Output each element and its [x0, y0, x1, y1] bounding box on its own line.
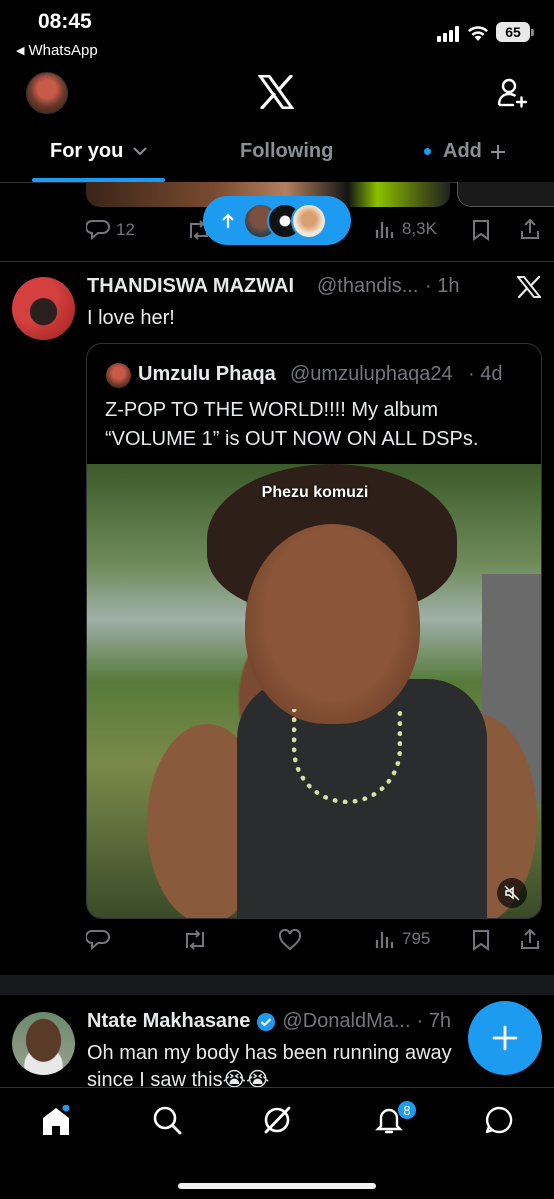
quoted-author-handle: @umzuluphaqa24	[290, 363, 453, 385]
views-button[interactable]: 8,3K	[374, 218, 437, 240]
tab-for-you[interactable]: For you	[50, 140, 148, 163]
home-indicator	[178, 1183, 376, 1189]
add-user-icon[interactable]	[497, 78, 527, 108]
post-avatar[interactable]	[12, 1012, 75, 1075]
post-actions: 795	[86, 928, 542, 954]
tab-add-label: Add	[443, 140, 482, 162]
post-divider	[0, 261, 554, 262]
quoted-post-text-line-1: Z-POP TO THE WORLD!!!! My album	[105, 399, 439, 421]
messages-icon[interactable]	[484, 1105, 514, 1135]
verified-badge-icon	[256, 1012, 276, 1032]
repost-icon[interactable]	[182, 928, 208, 952]
quoted-video[interactable]: Phezu komuzi	[87, 464, 541, 918]
share-icon[interactable]	[519, 928, 541, 950]
views-button[interactable]: 795	[374, 928, 430, 950]
compose-button[interactable]	[468, 1001, 542, 1075]
plus-icon	[492, 1025, 518, 1051]
quoted-post-avatar	[106, 363, 131, 388]
profile-avatar[interactable]	[26, 72, 68, 114]
quoted-post-card[interactable]: Umzulu Phaqa @umzuluphaqa24 · 4d Z-POP T…	[86, 343, 542, 919]
video-caption: Phezu komuzi	[261, 484, 369, 501]
mute-button[interactable]	[497, 878, 527, 908]
bookmark-icon[interactable]	[471, 219, 491, 241]
reply-icon	[86, 218, 110, 242]
battery-indicator: 65	[496, 22, 534, 42]
reply-button[interactable]: 12	[86, 218, 135, 242]
post-author-handle[interactable]: @thandis...	[317, 275, 418, 298]
back-app-label: WhatsApp	[28, 42, 98, 59]
quoted-post-text-line-2: “VOLUME 1” is OUT NOW ON ALL DSPs.	[105, 428, 479, 450]
home-icon[interactable]	[41, 1105, 71, 1137]
back-arrow-icon: ◀	[16, 45, 25, 57]
quoted-post-timestamp: · 4d	[468, 363, 503, 385]
notifications-badge: 8	[397, 1100, 417, 1120]
tab-following[interactable]: Following	[240, 140, 333, 163]
reply-icon[interactable]	[86, 928, 110, 952]
arrow-up-icon	[221, 212, 235, 229]
like-icon[interactable]	[278, 929, 302, 951]
x-logo-icon[interactable]	[517, 276, 541, 298]
post-author-handle[interactable]: @DonaldMa...	[282, 1010, 410, 1033]
grok-icon[interactable]	[262, 1105, 292, 1135]
post-text: I love her!	[87, 307, 175, 329]
section-divider	[0, 975, 554, 995]
views-icon	[374, 928, 396, 950]
post-text-line-1: Oh man my body has been running away	[87, 1042, 452, 1064]
bottom-navigation: 8	[0, 1087, 554, 1199]
back-to-app-link[interactable]: ◀ WhatsApp	[16, 42, 98, 59]
signal-icon	[437, 26, 461, 42]
reply-count: 12	[116, 220, 135, 239]
previous-post-media-2[interactable]	[457, 182, 554, 207]
post-author-row: Ntate Makhasane @DonaldMa... · 7h	[87, 1010, 451, 1033]
plus-icon	[490, 144, 506, 160]
post-avatar[interactable]	[12, 277, 75, 340]
post-author-name[interactable]: THANDISWA MAZWAI	[87, 275, 294, 298]
search-icon[interactable]	[152, 1105, 182, 1135]
share-icon[interactable]	[519, 218, 541, 240]
new-posts-pill[interactable]	[203, 196, 351, 245]
chevron-down-icon	[133, 147, 148, 156]
post-author-name[interactable]: Ntate Makhasane	[87, 1010, 250, 1033]
post-timestamp[interactable]: · 1h	[425, 275, 459, 298]
views-count: 795	[402, 929, 431, 948]
quoted-author-name: Umzulu Phaqa	[138, 363, 276, 385]
post-timestamp[interactable]: · 7h	[417, 1010, 451, 1033]
pill-avatar-3	[291, 203, 327, 239]
media-face	[245, 524, 420, 724]
unread-dot-icon	[424, 148, 431, 155]
views-icon	[374, 218, 396, 240]
bookmark-icon[interactable]	[471, 929, 491, 951]
status-time: 08:45	[38, 10, 92, 33]
tab-add[interactable]: Add	[424, 140, 506, 163]
mute-icon	[504, 885, 520, 901]
x-logo-icon	[258, 75, 294, 109]
tab-for-you-label: For you	[50, 140, 124, 162]
views-count: 8,3K	[402, 219, 437, 238]
wifi-icon	[467, 24, 489, 42]
